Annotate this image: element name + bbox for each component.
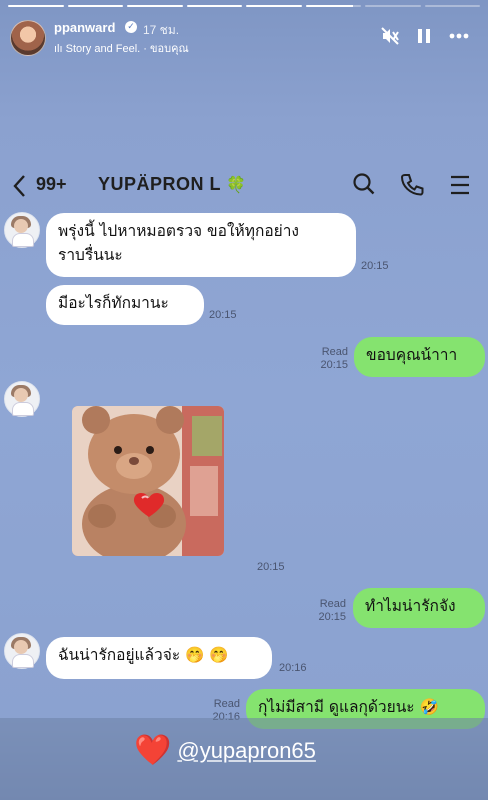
message-bubble-incoming[interactable]: ฉันน่ารักอยู่แล้วจ่ะ 🤭 🤭 — [46, 637, 272, 679]
story-progress-fill — [67, 5, 123, 7]
story-progress-segment — [186, 5, 242, 7]
message-time: 20:15 — [318, 611, 346, 623]
read-label: Read — [319, 598, 346, 610]
unread-count: 99+ — [36, 174, 67, 194]
story-header: ppanward ✓ 17 ชม. ıl‌ı Story and Feel. ·… — [10, 18, 478, 62]
story-avatar[interactable] — [10, 20, 46, 56]
read-receipt: Read 20:15 — [298, 598, 346, 624]
more-icon[interactable] — [448, 26, 470, 51]
pause-icon[interactable] — [416, 26, 432, 51]
search-icon[interactable] — [352, 172, 376, 202]
story-progress-segment — [8, 5, 64, 7]
story-progress-fill — [127, 5, 183, 7]
phone-icon[interactable] — [400, 172, 424, 202]
mention-sticker[interactable]: ❤️ @yupapron65 — [134, 736, 316, 766]
music-icon: ıl‌ı — [54, 43, 66, 55]
story-frame[interactable]: ppanward ✓ 17 ชม. ıl‌ı Story and Feel. ·… — [0, 0, 488, 800]
story-progress-fill — [8, 5, 64, 7]
chevron-left-icon[interactable] — [12, 170, 26, 205]
music-label[interactable]: ıl‌ı Story and Feel. · ขอบคุณ — [54, 39, 189, 57]
contact-name[interactable]: YUPÄPRON L 🍀 — [98, 174, 247, 195]
contact-avatar[interactable] — [4, 212, 40, 248]
story-progress-fill — [305, 5, 353, 7]
message-line: ราบรื่นนะ — [58, 246, 123, 264]
story-progress-segment — [305, 5, 361, 7]
message-bubble-outgoing[interactable]: ขอบคุณน้าาา — [354, 337, 485, 377]
message-line: ขอบคุณน้าาา — [366, 346, 458, 364]
message-time: 20:15 — [257, 561, 285, 573]
story-progress-fill — [186, 5, 242, 7]
mention-handle[interactable]: @yupapron65 — [177, 738, 316, 764]
message-time: 20:15 — [209, 309, 237, 321]
menu-icon[interactable] — [449, 172, 471, 202]
story-progress-segment — [246, 5, 302, 7]
story-progress-segment — [424, 5, 480, 7]
message-line: ฉันน่ารักอยู่แล้วจ่ะ 🤭 🤭 — [58, 646, 229, 664]
message-line: ทำไมน่ารักจัง — [365, 597, 456, 615]
story-progress-fill — [246, 5, 302, 7]
music-text: Story and Feel. · ขอบคุณ — [65, 43, 189, 55]
read-label: Read — [321, 346, 348, 358]
chat-header: 99+ YUPÄPRON L 🍀 — [0, 170, 488, 202]
story-progress-segment — [365, 5, 421, 7]
story-progress-segment — [127, 5, 183, 7]
message-time: 20:15 — [361, 260, 389, 272]
read-label: Read — [213, 698, 240, 710]
clover-emoji: 🍀 — [226, 177, 247, 194]
contact-name-text: YUPÄPRON L — [98, 174, 221, 194]
message-line: พรุ่งนี้ ไปหาหมอตรวจ ขอให้ทุกอย่าง — [58, 222, 299, 240]
contact-avatar[interactable] — [4, 633, 40, 669]
message-time: 20:16 — [279, 662, 307, 674]
contact-avatar[interactable] — [4, 381, 40, 417]
message-bubble-incoming[interactable]: พรุ่งนี้ ไปหาหมอตรวจ ขอให้ทุกอย่าง ราบรื… — [46, 213, 356, 277]
read-receipt: Read 20:15 — [300, 346, 348, 372]
message-line: มีอะไรก็ทักมานะ — [58, 294, 169, 312]
message-line: กุไม่มีสามี ดูแลกุด้วยนะ 🤣 — [258, 698, 439, 716]
story-progress — [8, 5, 480, 7]
story-time: 17 ชม. — [143, 23, 180, 37]
story-progress-segment — [67, 5, 123, 7]
message-bubble-incoming[interactable]: มีอะไรก็ทักมานะ — [46, 285, 204, 325]
message-time: 20:15 — [320, 359, 348, 371]
heart-emoji: ❤️ — [134, 733, 172, 768]
message-bubble-outgoing[interactable]: ทำไมน่ารักจัง — [353, 588, 485, 628]
mute-icon[interactable] — [380, 26, 400, 51]
verified-icon: ✓ — [125, 21, 137, 33]
story-username[interactable]: ppanward — [54, 20, 115, 35]
teddy-bear-heart-sticker[interactable] — [72, 406, 224, 556]
teddy-bear-image — [72, 406, 224, 556]
